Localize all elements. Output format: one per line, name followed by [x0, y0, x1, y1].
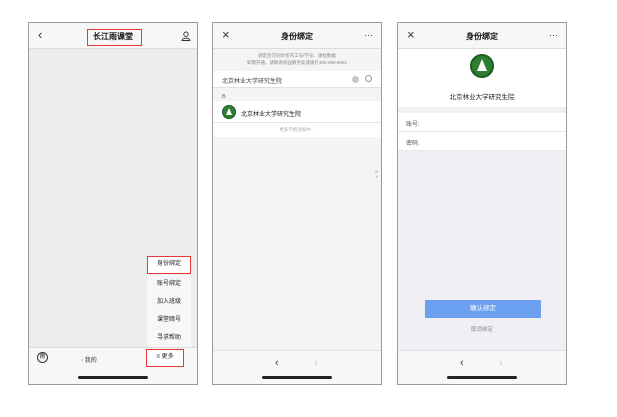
user-icon[interactable] — [181, 31, 191, 41]
menu-item-identity-binding[interactable]: 身份绑定 — [147, 256, 191, 274]
account-input[interactable] — [428, 115, 558, 129]
forward-arrow-icon: › — [499, 357, 503, 369]
search-input[interactable]: 北京林业大学研究生院 — [222, 76, 282, 85]
clear-icon[interactable] — [352, 76, 359, 83]
menu-item-class-code[interactable]: 课堂暗号 — [147, 311, 191, 329]
phone-screen-home: ‹ 长江雨课堂 身份绑定 账号绑定 加入班级 课堂暗号 寻求帮助 雨 ◦ 我的 … — [28, 22, 198, 385]
menu-item-join-class[interactable]: 加入班级 — [147, 293, 191, 311]
school-name: 北京林业大学研究生院 — [241, 112, 302, 118]
home-indicator — [262, 376, 332, 379]
password-row: 密码: — [398, 132, 566, 151]
more-schools-text: 更多学校添加中... — [213, 123, 381, 137]
page-title: 身份绑定 — [466, 32, 498, 41]
school-logo-icon — [470, 54, 494, 78]
index-letter: B — [222, 94, 226, 100]
account-label: 账号: — [406, 122, 420, 128]
school-header: 北京林业大学研究生院 — [398, 49, 566, 107]
password-label: 密码: — [406, 141, 420, 147]
tab-more[interactable]: ≡ 更多 — [146, 349, 184, 367]
browser-bottom-bar: ‹ › — [213, 350, 381, 384]
home-indicator — [447, 376, 517, 379]
cancel-binding-link[interactable]: 取消绑定 — [398, 325, 566, 333]
alphabet-index[interactable]: B # — [375, 169, 378, 179]
nav-bar: × 身份绑定 ··· — [213, 23, 381, 49]
more-icon[interactable]: ··· — [549, 30, 558, 40]
tab-bar: 雨 ◦ 我的 ≡ 更多 — [29, 347, 197, 368]
content-area: 绑定后可同步校内工号/学号、课程数据 如需开通，请联系校园教务处或拨打400-0… — [213, 49, 381, 350]
menu-item-help[interactable]: 寻求帮助 — [147, 329, 191, 347]
account-row: 账号: — [398, 113, 566, 132]
school-list-item[interactable]: 北京林业大学研究生院 — [213, 101, 381, 123]
tab-me[interactable]: ◦ 我的 — [81, 355, 97, 364]
confirm-binding-button[interactable]: 确认绑定 — [425, 300, 541, 318]
nav-bar: × 身份绑定 ··· — [398, 23, 566, 49]
phone-screen-login: × 身份绑定 ··· 北京林业大学研究生院 账号: 密码: 确认绑定 取消绑定 … — [397, 22, 567, 385]
back-arrow-icon[interactable]: ‹ — [275, 357, 279, 369]
index-bar-letter[interactable]: # — [375, 174, 378, 179]
phone-screen-school-select: × 身份绑定 ··· 绑定后可同步校内工号/学号、课程数据 如需开通，请联系校园… — [212, 22, 382, 385]
rain-classroom-icon[interactable]: 雨 — [37, 352, 48, 363]
back-arrow-icon[interactable]: ‹ — [460, 357, 464, 369]
nav-bar: ‹ 长江雨课堂 — [29, 23, 197, 49]
school-name: 北京林业大学研究生院 — [449, 94, 515, 101]
page-title: 身份绑定 — [281, 32, 313, 41]
binding-notice: 绑定后可同步校内工号/学号、课程数据 如需开通，请联系校园教务处或拨打400-0… — [246, 53, 348, 65]
search-bar[interactable]: 北京林业大学研究生院 — [213, 71, 381, 88]
page-title: 长江雨课堂 — [93, 32, 133, 41]
home-indicator — [78, 376, 148, 379]
password-input[interactable] — [428, 134, 558, 148]
school-logo-icon — [222, 105, 236, 119]
forward-arrow-icon: › — [314, 357, 318, 369]
menu-item-account-binding[interactable]: 账号绑定 — [147, 275, 191, 293]
more-icon[interactable]: ··· — [364, 30, 373, 40]
search-icon[interactable] — [365, 75, 372, 82]
browser-bottom-bar: ‹ › — [398, 350, 566, 384]
